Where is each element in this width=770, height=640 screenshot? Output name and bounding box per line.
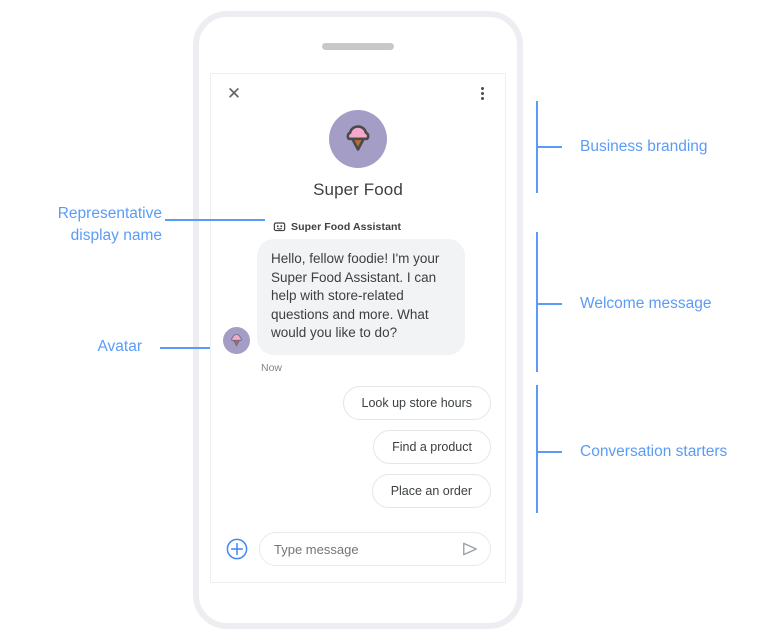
conversation-starters-section: Look up store hours Find a product Place…: [211, 385, 505, 508]
chat-header: ✕: [211, 74, 505, 108]
representative-name-label: Super Food Assistant: [291, 220, 402, 233]
starter-chip-store-hours[interactable]: Look up store hours: [342, 385, 491, 420]
welcome-message-section: Hello, fellow foodie! I'm your Super Foo…: [211, 239, 505, 374]
speaker-grille: [322, 43, 394, 50]
add-circle-icon[interactable]: [225, 537, 249, 561]
message-input-pill[interactable]: [259, 532, 491, 566]
leader-business-branding: [536, 146, 562, 148]
phone-frame: ✕ Super Food Super Food Assistant Hello,…: [193, 11, 523, 629]
page-title: Super Food: [313, 180, 403, 199]
leader-conversation-starters: [536, 451, 562, 453]
smart-toy-robot-icon: [273, 220, 286, 233]
bracket-welcome-message: [536, 232, 538, 372]
annotation-business-branding: Business branding: [580, 138, 708, 155]
overflow-menu-icon[interactable]: [469, 80, 495, 106]
bracket-conversation-starters: [536, 385, 538, 513]
annotation-representative-display-name: Representative display name: [57, 205, 162, 244]
overflow-dots: [480, 86, 484, 100]
annotation-conversation-starters: Conversation starters: [580, 443, 728, 460]
starter-chip-find-product[interactable]: Find a product: [373, 429, 491, 464]
send-icon[interactable]: [460, 539, 480, 559]
message-timestamp: Now: [261, 361, 283, 374]
message-input[interactable]: [274, 541, 460, 557]
leader-welcome-message: [536, 303, 562, 305]
leader-representative-display-name: [165, 219, 265, 221]
message-avatar: [223, 326, 250, 354]
close-glyph: ✕: [226, 83, 242, 103]
chat-panel: ✕ Super Food Super Food Assistant Hello,…: [210, 73, 506, 583]
representative-display-name: Super Food Assistant: [273, 220, 505, 233]
ice-cream-cone-logo: [329, 110, 387, 168]
close-icon[interactable]: ✕: [221, 80, 247, 106]
leader-avatar: [160, 347, 210, 349]
message-column: Hello, fellow foodie! I'm your Super Foo…: [257, 239, 465, 374]
message-composer: [211, 532, 505, 582]
annotation-avatar: Avatar: [97, 338, 142, 355]
annotation-welcome-message: Welcome message: [580, 295, 712, 312]
starter-chip-place-order[interactable]: Place an order: [371, 473, 491, 508]
welcome-message-bubble: Hello, fellow foodie! I'm your Super Foo…: [257, 239, 465, 355]
branding-section: Super Food: [211, 108, 505, 200]
